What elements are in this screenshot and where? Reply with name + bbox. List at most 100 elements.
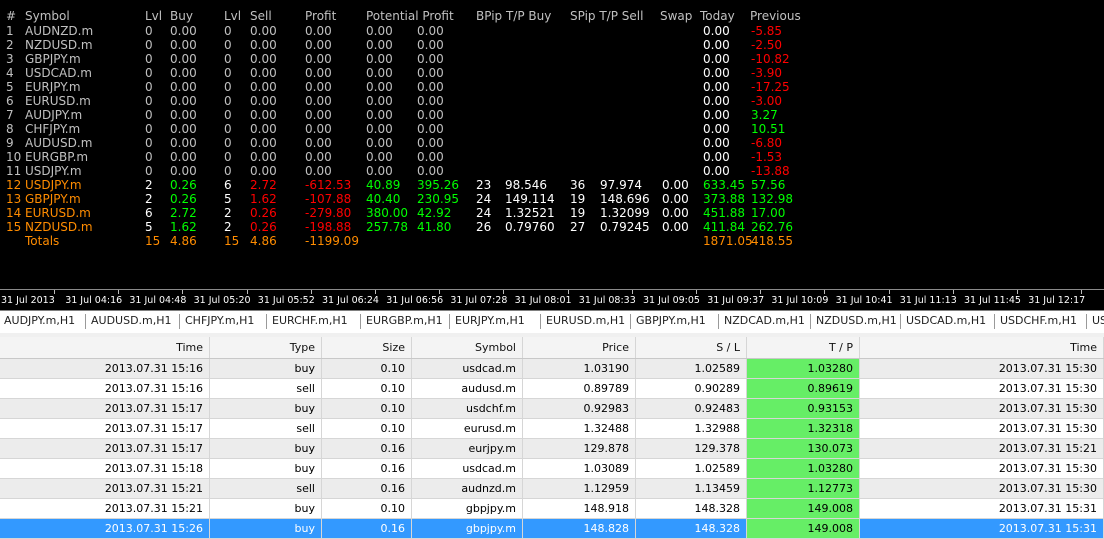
cell-num: 15	[6, 220, 22, 234]
tab-eurgbp-m-h1[interactable]: EURGBP.m,H1	[366, 314, 443, 327]
cell-lvl-buy: 0	[145, 52, 153, 66]
cell-num: 11	[6, 164, 22, 178]
panel-row: 8 CHFJPY.m 0 0.00 0 0.00 0.00 0.00 0.00 0.00 10.51	[0, 122, 1104, 136]
cell-profit: 0.00	[305, 66, 332, 80]
time-tick	[696, 290, 697, 294]
header-potential-profit: Potential Profit	[366, 9, 454, 23]
cell-symbol: AUDJPY.m	[25, 108, 83, 122]
cell-sl: 1.02589	[636, 359, 747, 378]
cell-profit: 0.00	[305, 80, 332, 94]
cell-pp-buy: 0.00	[366, 122, 393, 136]
tab-eurusd-m-h1[interactable]: EURUSD.m,H1	[546, 314, 625, 327]
table-row[interactable]: 2013.07.31 15:17 sell 0.10 eurusd.m 1.32488 1…	[0, 419, 1104, 439]
table-row[interactable]: 2013.07.31 15:17 buy 0.16 eurjpy.m 129.878 12…	[0, 439, 1104, 459]
cell-price: 1.03190	[523, 359, 636, 378]
cell-pp-sell: 0.00	[417, 80, 444, 94]
tab-audjpy-m-h1[interactable]: AUDJPY.m,H1	[4, 314, 75, 327]
tab-gbpjpy-m-h1[interactable]: GBPJPY.m,H1	[636, 314, 706, 327]
cell-profit: 0.00	[305, 150, 332, 164]
tab-separator	[540, 314, 541, 329]
cell-lvl-sell: 2	[224, 206, 232, 220]
cell-tp: 149.008	[747, 499, 860, 518]
column-header-close-time[interactable]: Time	[860, 337, 1104, 358]
tab-usdchf-m-h1[interactable]: USDCHF.m,H1	[1000, 314, 1077, 327]
column-header-s-l[interactable]: S / L	[636, 337, 747, 358]
time-tick	[888, 290, 890, 294]
cell-pp-buy: 40.89	[366, 178, 401, 192]
cell-symbol: AUDNZD.m	[25, 24, 94, 38]
cell-profit: 0.00	[305, 136, 332, 150]
cell-lvl-sell: 0	[224, 94, 232, 108]
cell-lvl-sell: 0	[224, 38, 232, 52]
table-row[interactable]: 2013.07.31 15:18 buy 0.16 usdcad.m 1.03089 1.…	[0, 459, 1104, 479]
tab-us[interactable]: US	[1092, 314, 1104, 327]
time-tick	[310, 290, 312, 294]
cell-profit: 0.00	[305, 24, 332, 38]
cell-price: 1.32488	[523, 419, 636, 438]
cell-buy: 1.62	[170, 220, 197, 234]
column-header-t-p[interactable]: T / P	[747, 337, 860, 358]
tab-nzdcad-m-h1[interactable]: NZDCAD.m,H1	[724, 314, 805, 327]
cell-ctime: 2013.07.31 15:30	[860, 479, 1104, 498]
cell-size: 0.16	[322, 519, 412, 538]
cell-symbol: USDJPY.m	[25, 164, 82, 178]
cell-sell: 0.00	[250, 164, 277, 178]
tab-separator	[718, 314, 719, 329]
tab-nzdusd-m-h1[interactable]: NZDUSD.m,H1	[816, 314, 897, 327]
cell-type: buy	[210, 359, 322, 378]
tab-usdcad-m-h1[interactable]: USDCAD.m,H1	[906, 314, 986, 327]
cell-today: 0.00	[703, 80, 730, 94]
cell-buy: 0.00	[170, 24, 197, 38]
cell-lvl-buy: 0	[145, 24, 153, 38]
column-header-size[interactable]: Size	[322, 337, 412, 358]
cell-tp: 1.03280	[747, 359, 860, 378]
cell-profit: 0.00	[305, 38, 332, 52]
cell-buy: 0.00	[170, 136, 197, 150]
table-row[interactable]: 2013.07.31 15:16 sell 0.10 audusd.m 0.89789 0…	[0, 379, 1104, 399]
cell-num: 6	[6, 94, 14, 108]
cell-symbol: eurjpy.m	[412, 439, 523, 458]
tab-separator	[266, 314, 267, 329]
cell-price: 0.92983	[523, 399, 636, 418]
cell-symbol: USDCAD.m	[25, 66, 92, 80]
time-label: 31 Jul 07:28	[450, 295, 508, 306]
cell-pp-buy: 0.00	[366, 38, 393, 52]
table-row[interactable]: 2013.07.31 15:16 buy 0.10 usdcad.m 1.03190 1.…	[0, 359, 1104, 379]
cell-today: 0.00	[703, 136, 730, 150]
table-row[interactable]: 2013.07.31 15:17 buy 0.10 usdchf.m 0.92983 0.…	[0, 399, 1104, 419]
cell-today: 0.00	[703, 38, 730, 52]
table-row[interactable]: 2013.07.31 15:21 buy 0.10 gbpjpy.m 148.918 14…	[0, 499, 1104, 519]
time-label: 31 Jul 09:37	[707, 295, 765, 306]
column-header-symbol[interactable]: Symbol	[412, 337, 523, 358]
cell-spip-n: 19	[570, 192, 586, 206]
header-sell: Sell	[250, 9, 272, 23]
cell-lvl-sell: 0	[224, 80, 232, 94]
table-row[interactable]: 2013.07.31 15:26 buy 0.16 gbpjpy.m 148.828 14…	[0, 519, 1104, 539]
cell-pp-sell: 0.00	[417, 122, 444, 136]
tab-eurjpy-m-h1[interactable]: EURJPY.m,H1	[455, 314, 525, 327]
cell-symbol: NZDUSD.m	[25, 220, 93, 234]
tab-eurchf-m-h1[interactable]: EURCHF.m,H1	[272, 314, 348, 327]
cell-lvl-sell: 0	[224, 66, 232, 80]
cell-symbol: EURUSD.m	[25, 94, 91, 108]
cell-sell: 0.00	[250, 122, 277, 136]
cell-symbol: usdchf.m	[412, 399, 523, 418]
cell-previous: 132.98	[751, 192, 793, 206]
tab-chfjpy-m-h1[interactable]: CHFJPY.m,H1	[185, 314, 254, 327]
cell-tp: 1.03280	[747, 459, 860, 478]
column-header-time[interactable]: Time	[0, 337, 210, 358]
cell-profit: -198.88	[305, 220, 352, 234]
cell-symbol: EURUSD.m	[25, 206, 91, 220]
cell-pp-sell: 42.92	[417, 206, 452, 220]
tab-audusd-m-h1[interactable]: AUDUSD.m,H1	[91, 314, 172, 327]
panel-row: 5 EURJPY.m 0 0.00 0 0.00 0.00 0.00 0.00 0.00 -17.2…	[0, 80, 1104, 94]
column-header-price[interactable]: Price	[523, 337, 636, 358]
table-row[interactable]: 2013.07.31 15:21 sell 0.16 audnzd.m 1.12959 1…	[0, 479, 1104, 499]
cell-today: 0.00	[703, 24, 730, 38]
cell-lvl-sell: 0	[224, 164, 232, 178]
cell-buy: 0.00	[170, 94, 197, 108]
cell-today: 633.45	[703, 178, 745, 192]
cell-spip-p: 148.696	[600, 192, 650, 206]
cell-pp-sell: 0.00	[417, 38, 444, 52]
column-header-type[interactable]: Type	[210, 337, 322, 358]
